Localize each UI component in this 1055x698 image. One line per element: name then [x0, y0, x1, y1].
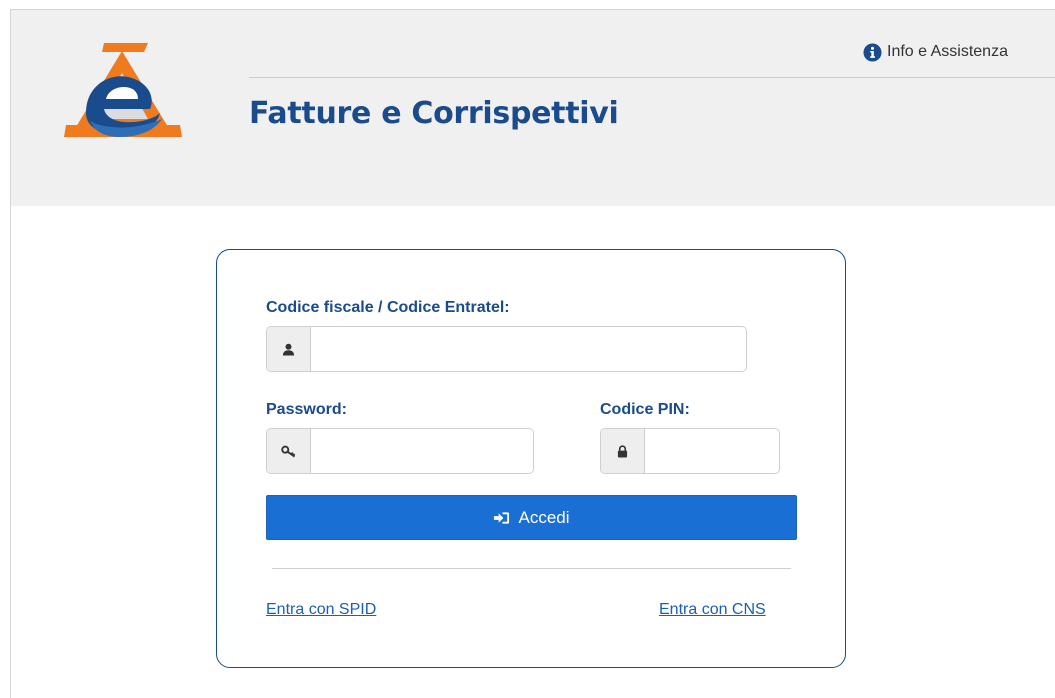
info-link-label: Info e Assistenza [887, 43, 1008, 60]
header-divider [249, 77, 1055, 78]
info-assistenza-link[interactable]: Info e Assistenza [863, 41, 1008, 63]
info-circle-icon [863, 42, 882, 62]
pin-group [600, 428, 780, 474]
agenzia-entrate-logo [64, 43, 182, 137]
sign-in-icon [494, 511, 510, 524]
entra-con-cns-link[interactable]: Entra con CNS [659, 601, 766, 619]
page-title: Fatture e Corrispettivi [249, 96, 619, 131]
codice-fiscale-group [266, 326, 747, 372]
password-group [266, 428, 534, 474]
entra-con-spid-link[interactable]: Entra con SPID [266, 601, 376, 619]
pin-input[interactable] [645, 429, 779, 473]
page-frame: Info e Assistenza Fatture e Corrispettiv… [10, 9, 1055, 698]
page-header: Info e Assistenza Fatture e Corrispettiv… [11, 10, 1055, 206]
accedi-button[interactable]: Accedi [266, 495, 797, 540]
login-panel: Codice fiscale / Codice Entratel: Passwo… [216, 249, 846, 668]
codice-fiscale-input[interactable] [311, 327, 746, 371]
login-divider [272, 568, 791, 569]
password-input[interactable] [311, 429, 533, 473]
password-label: Password: [266, 401, 347, 418]
lock-icon [601, 429, 645, 473]
key-icon [267, 429, 311, 473]
codice-fiscale-label: Codice fiscale / Codice Entratel: [266, 299, 510, 316]
user-icon [267, 327, 311, 371]
pin-label: Codice PIN: [600, 401, 690, 418]
accedi-button-label: Accedi [518, 507, 570, 527]
